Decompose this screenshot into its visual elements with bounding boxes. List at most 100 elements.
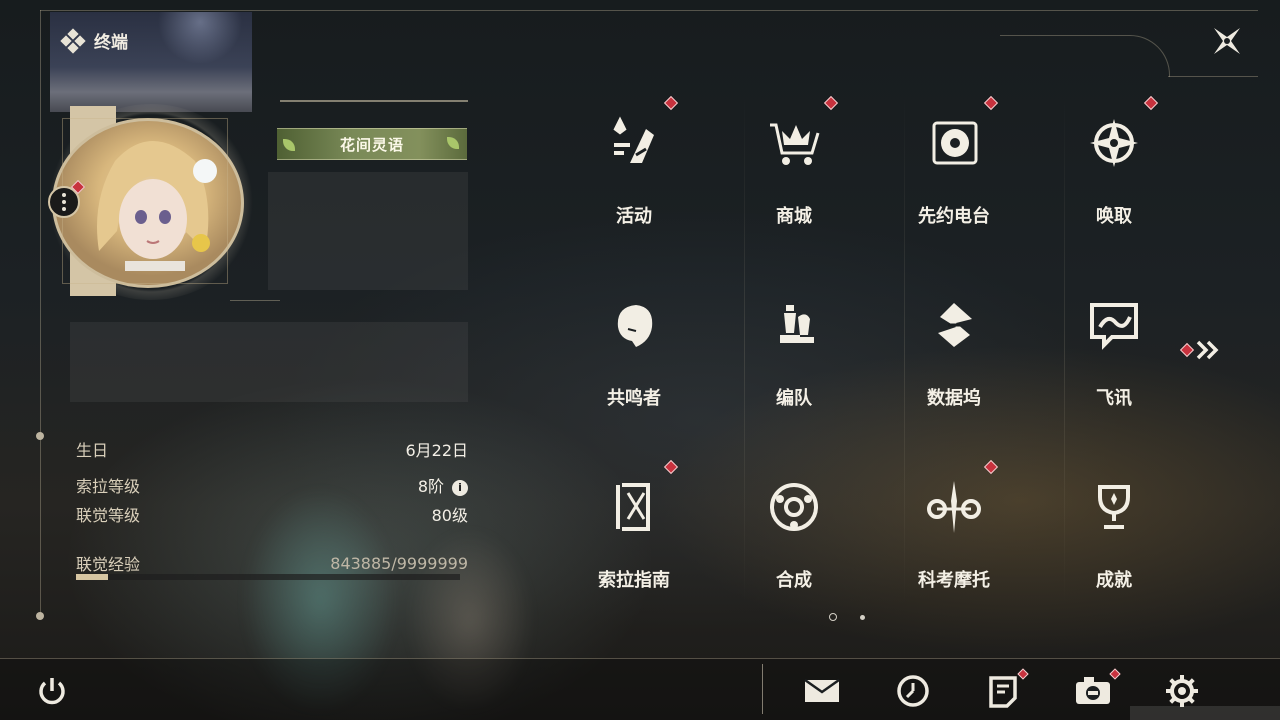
dot — [62, 200, 66, 204]
exp-progress-fill — [76, 574, 109, 580]
frame-line — [40, 10, 41, 620]
menu-item-label: 飞讯 — [1096, 388, 1132, 409]
menu-item-synthesis[interactable]: 合成 — [734, 460, 854, 610]
notification-badge — [983, 95, 999, 111]
frame-line — [40, 10, 1258, 11]
leaf-icon — [447, 137, 459, 149]
stat-value: 80级 — [431, 506, 468, 525]
guide-book-icon — [601, 474, 667, 540]
power-button[interactable] — [32, 672, 72, 710]
menu-item-label: 合成 — [776, 570, 812, 591]
trophy-icon — [1081, 474, 1147, 540]
synthesis-ring-icon — [761, 474, 827, 540]
gear-icon — [1166, 675, 1198, 707]
profile-banner — [50, 12, 252, 112]
menu-item-team[interactable]: 编队 — [734, 278, 854, 428]
data-dock-icon — [921, 292, 987, 358]
divider — [230, 300, 280, 301]
avatar-frame — [62, 118, 228, 284]
mail-icon — [804, 678, 840, 702]
menu-item-label: 数据坞 — [927, 388, 981, 409]
menu-item-label: 先约电台 — [918, 206, 990, 227]
page-indicator[interactable] — [860, 615, 865, 620]
menu-item-label: 科考摩托 — [918, 570, 990, 591]
motorbike-icon — [921, 474, 987, 540]
stat-value: 843885/9999999 — [330, 553, 468, 573]
menu-item-label: 成就 — [1096, 570, 1132, 591]
menu-item-shop[interactable]: 商城 — [734, 95, 854, 246]
menu-item-data-dock[interactable]: 数据坞 — [894, 278, 1014, 428]
mail-button[interactable] — [802, 672, 842, 710]
notification-badge — [823, 95, 839, 111]
notification-badge — [663, 95, 679, 111]
exp-progress-bar — [76, 574, 460, 580]
stat-union-exp: 联觉经验 843885/9999999 — [76, 551, 468, 575]
title-badge-label: 花间灵语 — [339, 135, 404, 154]
menu-item-label: 活动 — [616, 206, 652, 227]
notification-badge — [1143, 95, 1159, 111]
menu-item-messages[interactable]: 飞讯 — [1054, 278, 1174, 428]
compass-star-icon — [1081, 110, 1147, 176]
chat-bubble-icon — [1081, 292, 1147, 358]
menu-item-label: 共鸣者 — [607, 388, 661, 409]
leaf-icon — [283, 139, 295, 151]
character-head-icon — [601, 292, 667, 358]
menu-item-label: 商城 — [776, 206, 812, 227]
stat-label: 索拉等级 — [76, 477, 141, 496]
menu-item-label: 编队 — [776, 388, 812, 409]
vinyl-record-icon — [921, 110, 987, 176]
menu-item-label: 索拉指南 — [598, 570, 670, 591]
watermark-strip — [1130, 706, 1280, 720]
notification-badge — [663, 459, 679, 475]
menu-item-resonators[interactable]: 共鸣者 — [574, 278, 694, 428]
menu-item-achievements[interactable]: 成就 — [1054, 460, 1174, 610]
menu-item-label: 唤取 — [1096, 206, 1132, 227]
frame-curve — [1000, 35, 1170, 77]
close-icon — [1214, 28, 1240, 54]
title-badge[interactable]: 花间灵语 — [277, 128, 467, 160]
double-chevron-right-icon — [1196, 340, 1219, 360]
notice-icon — [989, 676, 1017, 708]
camera-icon — [1076, 677, 1110, 704]
clock-button[interactable] — [893, 672, 933, 710]
page-indicator-active[interactable] — [829, 613, 837, 621]
terminal-header: 终端 — [60, 27, 128, 54]
crown-cart-icon — [761, 110, 827, 176]
stat-birthday: 生日 6月22日 — [76, 437, 468, 461]
dot — [62, 207, 66, 211]
menu-item-radio[interactable]: 先约电台 — [894, 95, 1014, 246]
blurred-panel — [268, 172, 468, 290]
stat-value: 8阶 — [417, 477, 444, 496]
frame-line — [1168, 76, 1258, 77]
stat-label: 联觉等级 — [76, 506, 141, 525]
rail-dot — [36, 612, 44, 620]
divider — [762, 664, 763, 714]
close-button[interactable] — [1208, 22, 1246, 60]
notification-badge — [983, 459, 999, 475]
clock-icon — [897, 675, 929, 707]
name-underline — [280, 100, 468, 102]
menu-item-summon[interactable]: 唤取 — [1054, 95, 1174, 246]
dot — [62, 193, 66, 197]
camera-button[interactable] — [1073, 668, 1121, 710]
sparkle-event-icon — [601, 110, 667, 176]
menu-item-activity[interactable]: 活动 — [574, 95, 694, 246]
info-icon[interactable]: i — [452, 479, 468, 496]
rail-dot — [36, 432, 44, 440]
stat-sola-level: 索拉等级 8阶 i — [76, 473, 468, 497]
page-title: 终端 — [94, 33, 128, 53]
power-icon — [39, 678, 65, 705]
stat-label: 联觉经验 — [76, 555, 141, 574]
stat-value: 6月22日 — [405, 441, 468, 460]
notification-badge — [1179, 342, 1195, 358]
diamond-cluster-icon — [60, 27, 86, 54]
notice-button[interactable] — [983, 668, 1029, 710]
menu-item-motorbike[interactable]: 科考摩托 — [894, 459, 1014, 610]
next-page-button[interactable] — [1179, 338, 1224, 362]
stat-union-level: 联觉等级 80级 — [76, 502, 468, 526]
stat-label: 生日 — [76, 441, 109, 460]
settings-button[interactable] — [1162, 672, 1202, 710]
menu-item-sola-guide[interactable]: 索拉指南 — [574, 459, 694, 610]
chess-pieces-icon — [761, 292, 827, 358]
blurred-panel — [70, 322, 468, 402]
